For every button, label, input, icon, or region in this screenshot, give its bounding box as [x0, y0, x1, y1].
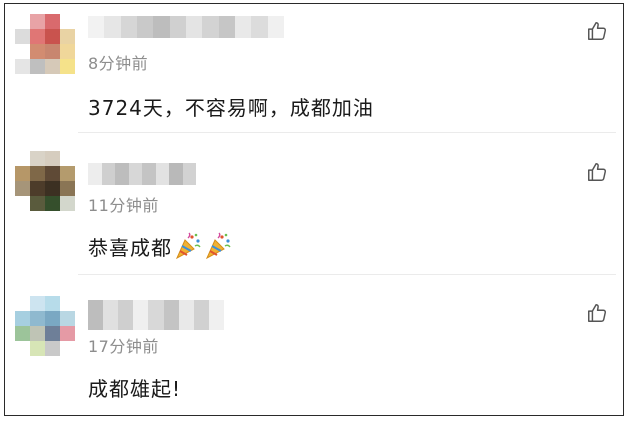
username-pixel — [148, 300, 164, 330]
avatar-pixel — [45, 296, 60, 311]
avatar-pixel — [60, 166, 75, 181]
avatar-pixel — [60, 44, 75, 59]
avatar-pixel — [15, 311, 30, 326]
avatar-pixel — [30, 181, 45, 196]
avatar-pixel — [30, 311, 45, 326]
avatar[interactable] — [15, 14, 75, 74]
username-pixel — [153, 16, 170, 38]
username-pixel — [251, 16, 268, 38]
username-pixel — [208, 300, 224, 330]
avatar-pixel — [30, 196, 45, 211]
avatar[interactable] — [15, 296, 75, 356]
avatar-pixel — [15, 196, 30, 211]
avatar-pixel — [30, 296, 45, 311]
avatar-pixel — [45, 181, 60, 196]
avatar-pixel — [60, 59, 75, 74]
avatar-pixel — [30, 44, 45, 59]
username-pixel — [88, 163, 102, 185]
avatar-pixel — [30, 29, 45, 44]
username-pixel — [218, 16, 235, 38]
avatar-pixel — [30, 166, 45, 181]
username-pixel — [169, 16, 186, 38]
avatar-pixel — [45, 326, 60, 341]
username-pixel — [169, 163, 183, 185]
avatar-pixel — [30, 14, 45, 29]
avatar-pixel — [15, 29, 30, 44]
avatar-pixel — [60, 14, 75, 29]
like-thumb-icon[interactable] — [586, 161, 608, 183]
username-pixel — [155, 163, 169, 185]
comment-text: 成都雄起! — [88, 377, 182, 401]
avatar-pixel — [15, 341, 30, 356]
username-pixel — [234, 16, 252, 38]
comment-divider — [78, 274, 616, 275]
avatar-pixel — [30, 59, 45, 74]
avatar-pixel — [60, 341, 75, 356]
avatar-pixel — [15, 151, 30, 166]
avatar-pixel — [30, 151, 45, 166]
avatar-pixel — [60, 326, 75, 341]
comment-text-content: 恭喜成都 — [88, 236, 172, 260]
avatar-pixel — [45, 196, 60, 211]
avatar-pixel — [15, 181, 30, 196]
avatar-pixel — [15, 14, 30, 29]
username-pixel — [178, 300, 194, 330]
avatar-pixel — [45, 166, 60, 181]
avatar[interactable] — [15, 151, 75, 211]
avatar-pixel — [45, 29, 60, 44]
party-popper-icon — [205, 232, 231, 260]
avatar-pixel — [60, 311, 75, 326]
username-pixel — [193, 300, 209, 330]
username-pixel — [163, 300, 179, 330]
username-pixel — [267, 16, 284, 38]
like-thumb-icon[interactable] — [586, 20, 608, 42]
comment-divider — [78, 132, 616, 133]
username-pixel — [101, 163, 115, 185]
party-popper-icon — [175, 232, 201, 260]
avatar-pixel — [45, 59, 60, 74]
avatar-pixel — [15, 326, 30, 341]
avatar-pixel — [60, 29, 75, 44]
username-pixel — [120, 16, 137, 38]
username-pixel — [202, 16, 219, 38]
avatar-pixel — [60, 181, 75, 196]
comment-text: 恭喜成都 — [88, 232, 232, 261]
avatar-pixel — [30, 326, 45, 341]
avatar-pixel — [15, 44, 30, 59]
comment-time: 11分钟前 — [88, 196, 159, 215]
username-pixel — [118, 300, 134, 330]
username-pixel — [88, 300, 104, 330]
avatar-pixel — [15, 166, 30, 181]
username-blurred[interactable] — [88, 16, 284, 38]
avatar-pixel — [15, 59, 30, 74]
avatar-pixel — [60, 196, 75, 211]
username-pixel — [128, 163, 142, 185]
avatar-pixel — [45, 311, 60, 326]
avatar-pixel — [60, 296, 75, 311]
username-blurred[interactable] — [88, 300, 224, 330]
username-pixel — [115, 163, 129, 185]
comment-time: 8分钟前 — [88, 54, 149, 73]
username-pixel — [103, 300, 119, 330]
username-pixel — [133, 300, 149, 330]
username-pixel — [142, 163, 156, 185]
avatar-pixel — [30, 341, 45, 356]
avatar-pixel — [60, 151, 75, 166]
avatar-pixel — [45, 44, 60, 59]
like-thumb-icon[interactable] — [586, 302, 608, 324]
comment-time: 17分钟前 — [88, 337, 159, 356]
avatar-pixel — [45, 151, 60, 166]
username-pixel — [104, 16, 121, 38]
username-pixel — [185, 16, 203, 38]
username-pixel — [136, 16, 154, 38]
username-pixel — [88, 16, 105, 38]
username-blurred[interactable] — [88, 163, 196, 185]
comment-text: 3724天，不容易啊，成都加油 — [88, 96, 374, 120]
avatar-pixel — [45, 341, 60, 356]
avatar-pixel — [45, 14, 60, 29]
username-pixel — [182, 163, 196, 185]
avatar-pixel — [15, 296, 30, 311]
